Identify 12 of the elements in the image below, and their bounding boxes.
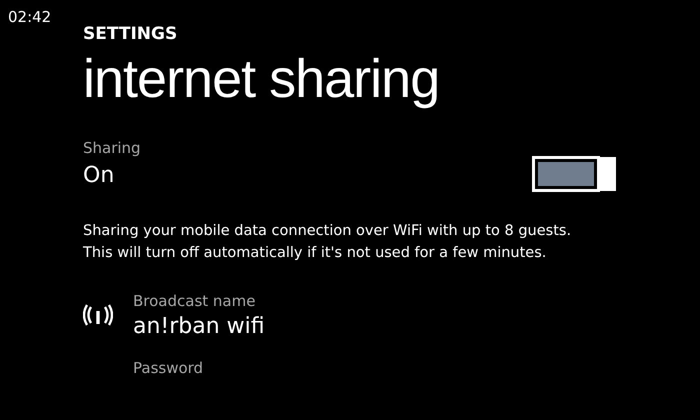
description-text: Sharing your mobile data connection over WiFi with up to 8 guests. <box>83 222 572 241</box>
page-title: internet sharing <box>83 48 440 111</box>
description-text: This will turn off automatically if it's not used for a few minutes. <box>83 244 548 263</box>
broadcast-name-value[interactable]: an!rban wifi <box>133 314 265 339</box>
app-title: SETTINGS <box>83 24 178 44</box>
sharing-toggle[interactable] <box>532 156 616 192</box>
status-time: 02:42 <box>8 8 52 26</box>
sharing-value: On <box>83 162 116 188</box>
password-label: Password <box>133 359 204 377</box>
broadcast-name-label: Broadcast name <box>133 292 256 310</box>
sharing-label: Sharing <box>83 138 141 156</box>
broadcast-icon <box>83 304 113 326</box>
